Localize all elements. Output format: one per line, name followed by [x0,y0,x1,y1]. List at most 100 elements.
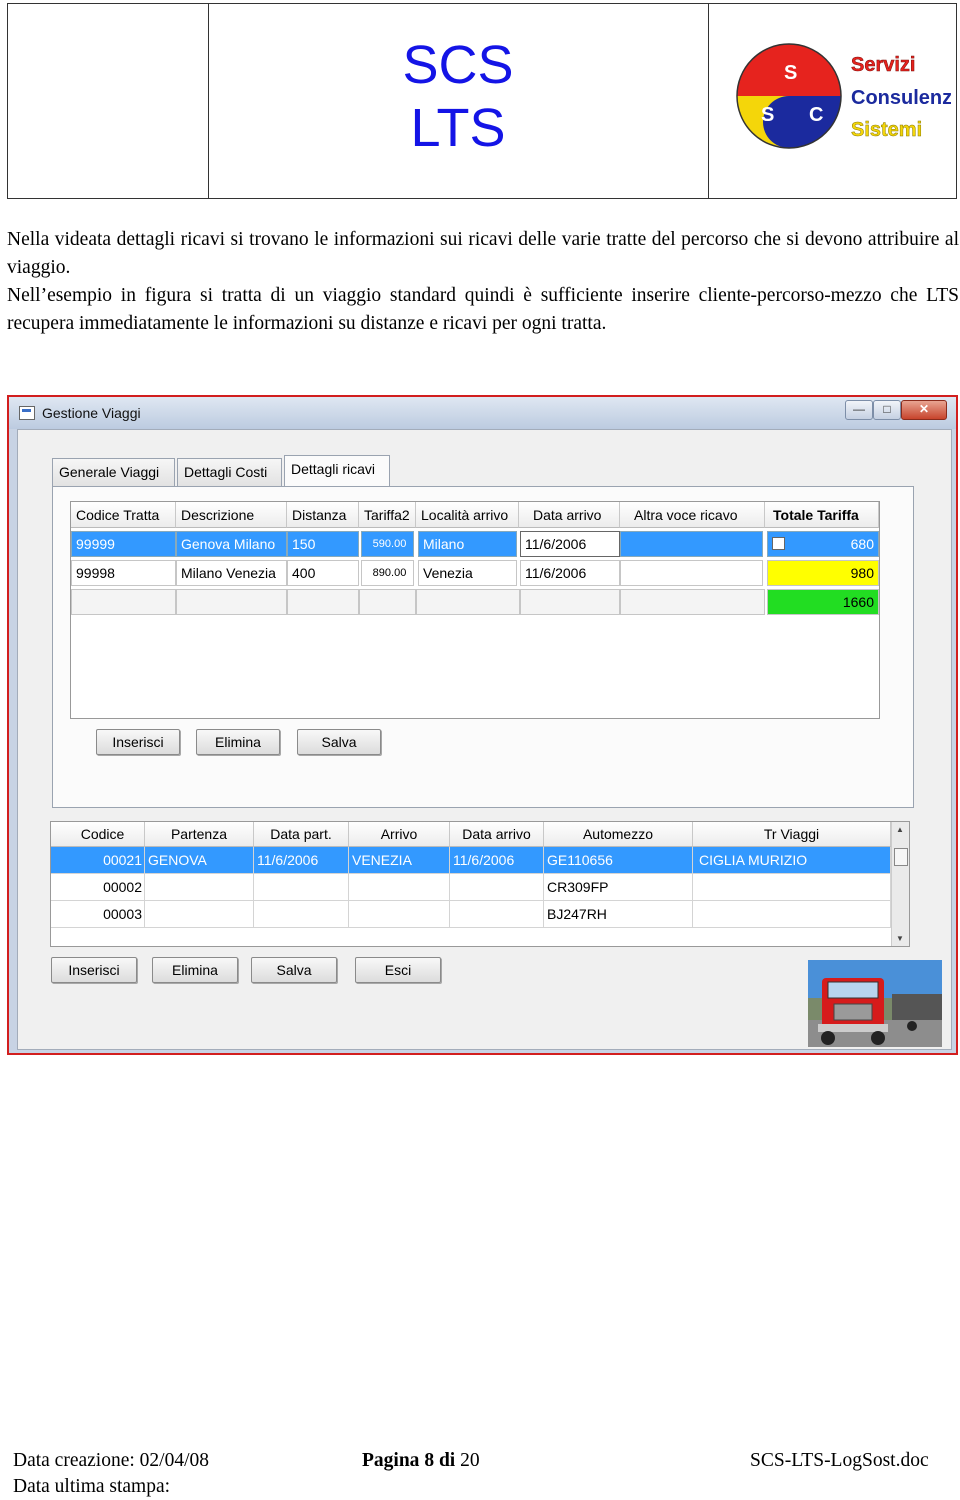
tab-dettagli-costi[interactable]: Dettagli Costi [177,458,282,486]
page-number: 8 [424,1450,435,1471]
viaggio-cell-tr-viaggi[interactable]: CIGLIA MURIZIO [693,847,891,874]
title-line-2: LTS [410,98,506,158]
cell-localita-arrivo[interactable]: Milano [418,531,517,557]
truck-image [808,960,942,1047]
scroll-down-icon[interactable]: ▼ [896,934,904,943]
company-logo: S S C Servizi Consulenza Sistemi [736,43,951,149]
viaggio-cell-codice[interactable]: 00021 [51,847,145,874]
viaggio-cell-arrivo[interactable] [349,901,450,928]
intro-paragraph-1: Nella videata dettagli ricavi si trovano… [7,229,959,278]
header-title-cell: SCS LTS [208,4,709,198]
page-total: 20 [460,1450,480,1471]
salva-ricavo-button[interactable]: Salva [297,729,381,755]
cell-totale-tariffa[interactable]: 980 [767,560,879,586]
viaggio-cell-codice[interactable]: 00002 [51,874,145,901]
col-distanza[interactable]: Distanza [287,502,359,528]
logo-letter-s1: S [784,62,797,84]
viaggi-scrollbar[interactable]: ▲ ▼ [891,822,909,946]
col-arrivo[interactable]: Arrivo [349,822,450,847]
scroll-up-icon[interactable]: ▲ [896,825,904,834]
footer-created: Data creazione: 02/04/08 [13,1450,209,1471]
footer-filename: SCS-LTS-LogSost.doc [750,1450,929,1471]
cell-totale-value: 680 [850,536,874,552]
viaggio-cell-codice[interactable]: 00003 [51,901,145,928]
viaggio-cell-data-part[interactable] [254,901,349,928]
cell-tariffa2[interactable]: 590.00 [361,531,414,557]
inserisci-viaggio-button[interactable]: Inserisci [51,957,137,983]
col-localita-arrivo[interactable]: Località arrivo [416,502,519,528]
col-altra-voce-ricavo[interactable]: Altra voce ricavo [620,502,765,528]
intro-text: Nella videata dettagli ricavi si trovano… [7,226,959,338]
col-data-part[interactable]: Data part. [254,822,349,847]
cell-tariffa2[interactable]: 890.00 [361,560,414,586]
inserisci-ricavo-button[interactable]: Inserisci [96,729,180,755]
logo-letter-s2: S [761,104,774,126]
col-data-arrivo[interactable]: Data arrivo [450,822,544,847]
cell-totale-tariffa[interactable]: 680 [767,531,879,557]
cell-altra-voce[interactable] [620,531,763,557]
viaggio-cell-data-arrivo[interactable] [450,901,544,928]
viaggio-cell-partenza[interactable] [145,874,254,901]
header-empty-cell [8,4,209,198]
cell-codice-tratta[interactable]: 99999 [71,531,176,557]
viaggio-cell-automezzo[interactable]: BJ247RH [544,901,693,928]
header-table: SCS LTS S S C Servizi Consulenza Sistemi [7,3,957,199]
cell-altra-voce[interactable] [620,560,763,586]
col-tr-viaggi[interactable]: Tr Viaggi [693,822,891,847]
col-totale-tariffa[interactable]: Totale Tariffa [765,502,879,528]
cell-descrizione[interactable]: Genova Milano [176,531,287,557]
cell-localita-arrivo[interactable]: Venezia [418,560,517,586]
minimize-button[interactable]: — [845,400,873,420]
cell-codice-tratta[interactable]: 99998 [71,560,176,586]
title-line-1: SCS [402,35,514,95]
viaggio-cell-tr-viaggi[interactable] [693,874,891,901]
tab-generale-viaggi[interactable]: Generale Viaggi [52,458,175,486]
elimina-ricavo-button[interactable]: Elimina [196,729,280,755]
viaggi-grid: Codice Partenza Data part. Arrivo Data a… [50,821,910,947]
col-automezzo[interactable]: Automezzo [544,822,693,847]
viaggio-cell-arrivo[interactable] [349,874,450,901]
viaggio-cell-arrivo[interactable]: VENEZIA [349,847,450,874]
cell-empty [620,589,765,615]
cell-empty [520,589,620,615]
col-codice[interactable]: Codice [51,822,145,847]
scroll-thumb[interactable] [894,848,908,866]
elimina-viaggio-button[interactable]: Elimina [152,957,238,983]
cell-empty [287,589,359,615]
viaggio-cell-data-arrivo[interactable]: 11/6/2006 [450,847,544,874]
page-of: di [438,1450,456,1471]
viaggio-cell-automezzo[interactable]: GE110656 [544,847,693,874]
maximize-button[interactable]: □ [873,400,901,420]
window-titlebar[interactable]: Gestione Viaggi — □ ✕ [9,397,956,429]
cell-descrizione[interactable]: Milano Venezia [176,560,287,586]
viaggio-cell-data-arrivo[interactable] [450,874,544,901]
tab-panel-dettagli-ricavi: Codice Tratta Descrizione Distanza Tarif… [52,486,914,808]
salva-viaggio-button[interactable]: Salva [251,957,337,983]
cell-distanza[interactable]: 400 [287,560,359,586]
col-data-arrivo[interactable]: Data arrivo [519,502,620,528]
col-descrizione[interactable]: Descrizione [176,502,287,528]
window-client-area: Generale Viaggi Dettagli Costi Dettagli … [17,429,952,1050]
row-checkbox[interactable] [772,537,785,550]
cell-data-arrivo-editing[interactable]: 11/6/2006 [520,531,620,557]
intro-paragraph-2: Nell’esempio in figura si tratta di un v… [7,285,959,334]
cell-distanza[interactable]: 150 [287,531,359,557]
viaggio-cell-tr-viaggi[interactable] [693,901,891,928]
tab-dettagli-ricavi[interactable]: Dettagli ricavi [284,455,390,487]
viaggio-cell-automezzo[interactable]: CR309FP [544,874,693,901]
window-title: Gestione Viaggi [42,405,141,421]
viaggio-cell-partenza[interactable]: GENOVA [145,847,254,874]
viaggio-cell-data-part[interactable]: 11/6/2006 [254,847,349,874]
logo-word-servizi: Servizi [851,54,915,76]
col-tariffa2[interactable]: Tariffa2 [359,502,416,528]
viaggio-cell-partenza[interactable] [145,901,254,928]
viaggio-cell-data-part[interactable] [254,874,349,901]
cell-data-arrivo[interactable]: 11/6/2006 [520,560,620,586]
cell-empty [359,589,416,615]
col-partenza[interactable]: Partenza [145,822,254,847]
esci-button[interactable]: Esci [355,957,441,983]
logo-letter-c: C [809,104,823,126]
col-codice-tratta[interactable]: Codice Tratta [71,502,176,528]
close-button[interactable]: ✕ [901,400,947,420]
cell-totale-sum: 1660 [767,589,879,615]
